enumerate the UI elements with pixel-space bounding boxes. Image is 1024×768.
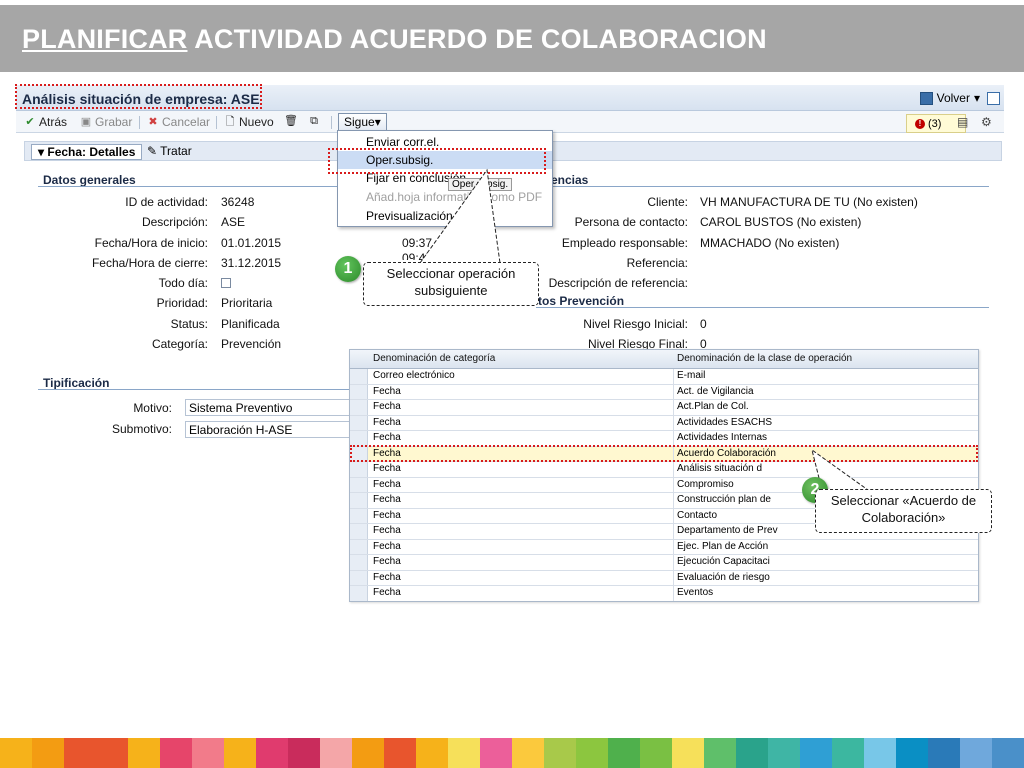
footer-stripe — [352, 738, 385, 768]
footer-stripe — [768, 738, 801, 768]
footer-stripe — [192, 738, 225, 768]
footer-stripe — [576, 738, 609, 768]
footer-stripe — [0, 738, 33, 768]
footer-stripe — [512, 738, 545, 768]
footer-stripe — [480, 738, 513, 768]
footer-stripe — [672, 738, 705, 768]
footer-stripe — [96, 738, 129, 768]
footer-stripe — [960, 738, 993, 768]
footer-stripe — [256, 738, 289, 768]
footer-stripe — [864, 738, 897, 768]
footer-stripe — [64, 738, 97, 768]
footer-stripe — [32, 738, 65, 768]
footer-stripe — [608, 738, 641, 768]
footer-stripe — [224, 738, 257, 768]
footer-stripe — [320, 738, 353, 768]
footer-stripe — [704, 738, 737, 768]
footer-stripe — [992, 738, 1024, 768]
footer-stripe — [288, 738, 321, 768]
step-1-callout: Seleccionar operación subsiguiente — [363, 262, 539, 306]
footer-stripe — [896, 738, 929, 768]
footer-stripe — [128, 738, 161, 768]
footer-color-strip — [0, 738, 1024, 768]
footer-stripe — [800, 738, 833, 768]
callout-pointers — [419, 168, 869, 491]
step-1-badge: 1 — [335, 256, 361, 282]
footer-stripe — [736, 738, 769, 768]
footer-stripe — [160, 738, 193, 768]
footer-stripe — [416, 738, 449, 768]
footer-stripe — [640, 738, 673, 768]
footer-stripe — [544, 738, 577, 768]
footer-stripe — [928, 738, 961, 768]
footer-stripe — [384, 738, 417, 768]
step-2-callout: Seleccionar «Acuerdo de Colaboración» — [815, 489, 992, 533]
footer-stripe — [448, 738, 481, 768]
footer-stripe — [832, 738, 865, 768]
